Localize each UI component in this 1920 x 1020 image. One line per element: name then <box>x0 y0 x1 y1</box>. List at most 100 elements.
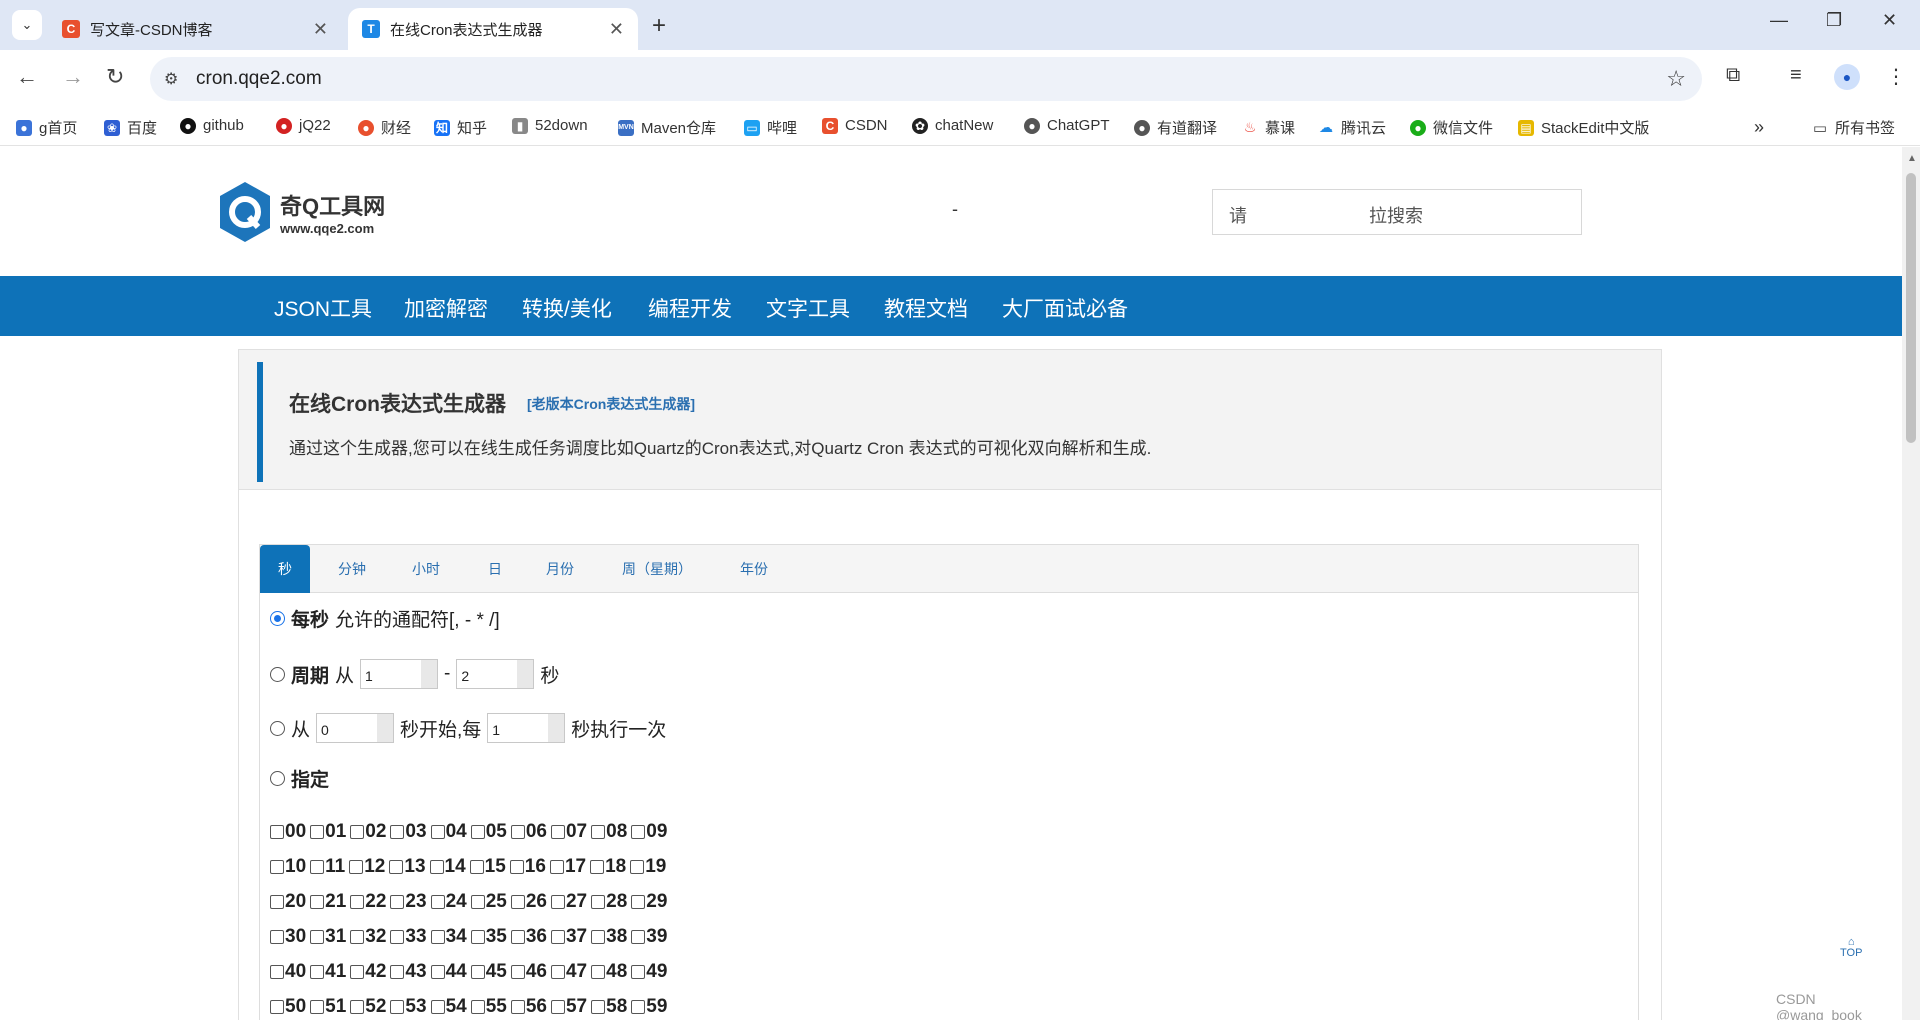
forward-button[interactable]: → <box>62 64 84 90</box>
second-checkbox[interactable]: 19 <box>630 856 666 878</box>
checkbox-box[interactable] <box>510 965 525 979</box>
radio-specify[interactable] <box>270 771 285 786</box>
second-checkbox[interactable]: 28 <box>591 891 627 913</box>
checkbox-box[interactable] <box>270 860 284 874</box>
bookmark-item[interactable]: ✿ chatNew <box>912 117 993 134</box>
second-checkbox[interactable]: 44 <box>430 961 467 983</box>
qqe2-logo-icon[interactable] <box>218 181 272 243</box>
tab-hour[interactable]: 小时 <box>412 545 440 593</box>
bookmark-item[interactable]: ▮ 52down <box>512 117 588 134</box>
nav-convert[interactable]: 转换/美化 <box>522 293 612 323</box>
checkbox-box[interactable] <box>630 860 645 874</box>
second-checkbox[interactable]: 18 <box>590 856 626 878</box>
checkbox-box[interactable] <box>510 930 525 944</box>
checkbox-box[interactable] <box>390 1000 405 1014</box>
checkbox-box[interactable] <box>470 930 485 944</box>
second-checkbox[interactable]: 59 <box>631 996 667 1018</box>
option-specify[interactable]: 指定 <box>270 765 329 792</box>
nav-encrypt[interactable]: 加密解密 <box>404 293 488 323</box>
browser-tab-csdn[interactable]: C 写文章-CSDN博客 ✕ <box>48 8 342 50</box>
checkbox-box[interactable] <box>310 825 325 839</box>
back-button[interactable]: ← <box>16 64 38 90</box>
bookmark-item[interactable]: ▭ 哔哩 <box>744 117 797 138</box>
checkbox-box[interactable] <box>631 1000 646 1014</box>
second-checkbox[interactable]: 37 <box>550 926 587 948</box>
checkbox-box[interactable] <box>550 930 565 944</box>
page-scrollbar[interactable]: ▲ <box>1902 147 1920 1020</box>
checkbox-box[interactable] <box>310 860 325 874</box>
second-checkbox[interactable]: 36 <box>510 926 547 948</box>
old-version-link[interactable]: [老版本Cron表达式生成器] <box>527 394 695 414</box>
second-checkbox[interactable]: 32 <box>350 926 386 948</box>
checkbox-box[interactable] <box>591 895 606 909</box>
checkbox-box[interactable] <box>350 825 365 839</box>
interval-start-input[interactable]: 0 <box>316 713 395 743</box>
checkbox-box[interactable] <box>631 930 646 944</box>
second-checkbox[interactable]: 17 <box>549 856 586 878</box>
checkbox-box[interactable] <box>550 895 565 909</box>
checkbox-box[interactable] <box>631 825 646 839</box>
radio-cycle[interactable] <box>270 666 285 682</box>
second-checkbox[interactable]: 01 <box>310 821 346 843</box>
second-checkbox[interactable]: 14 <box>429 856 466 878</box>
address-bar[interactable]: ⚙ cron.qqe2.com ☆ <box>150 57 1702 101</box>
url-text[interactable]: cron.qqe2.com <box>196 68 322 90</box>
checkbox-box[interactable] <box>550 965 565 979</box>
checkbox-box[interactable] <box>510 825 525 839</box>
radio-interval[interactable] <box>270 720 285 736</box>
second-checkbox[interactable]: 29 <box>631 891 667 913</box>
second-checkbox[interactable]: 02 <box>350 821 386 843</box>
checkbox-box[interactable] <box>509 860 524 874</box>
checkbox-box[interactable] <box>389 860 404 874</box>
option-interval[interactable]: 从 0 秒开始,每 1 秒执行一次 <box>270 713 666 743</box>
second-checkbox[interactable]: 42 <box>350 961 386 983</box>
second-checkbox[interactable]: 43 <box>390 961 427 983</box>
bookmark-star-icon[interactable]: ☆ <box>1666 66 1686 92</box>
second-checkbox[interactable]: 48 <box>591 961 627 983</box>
tab-month[interactable]: 月份 <box>546 545 574 593</box>
cycle-from-input[interactable]: 1 <box>360 659 439 689</box>
second-checkbox[interactable]: 38 <box>591 926 627 948</box>
second-checkbox[interactable]: 11 <box>310 856 345 878</box>
second-checkbox[interactable]: 31 <box>310 926 346 948</box>
second-checkbox[interactable]: 06 <box>510 821 547 843</box>
bookmark-item[interactable]: ● g首页 <box>16 117 77 138</box>
checkbox-box[interactable] <box>470 825 485 839</box>
checkbox-box[interactable] <box>310 895 325 909</box>
checkbox-box[interactable] <box>549 860 564 874</box>
second-checkbox[interactable]: 39 <box>631 926 667 948</box>
second-checkbox[interactable]: 34 <box>430 926 467 948</box>
bookmark-item[interactable]: ▤ StackEdit中文版 <box>1518 117 1649 138</box>
new-tab-button[interactable]: + <box>652 12 666 40</box>
second-checkbox[interactable]: 47 <box>550 961 587 983</box>
checkbox-box[interactable] <box>510 1000 525 1014</box>
tab-second[interactable]: 秒 <box>260 545 310 593</box>
second-checkbox[interactable]: 53 <box>390 996 427 1018</box>
second-checkbox[interactable]: 49 <box>631 961 667 983</box>
second-checkbox[interactable]: 09 <box>631 821 667 843</box>
second-checkbox[interactable]: 12 <box>349 856 385 878</box>
nav-text-tools[interactable]: 文字工具 <box>766 293 850 323</box>
option-every-second[interactable]: 每秒 允许的通配符[, - * /] <box>270 605 500 632</box>
checkbox-box[interactable] <box>390 895 405 909</box>
checkbox-box[interactable] <box>550 1000 565 1014</box>
checkbox-box[interactable] <box>270 895 284 909</box>
bookmark-item[interactable]: ☁ 腾讯云 <box>1318 117 1386 138</box>
checkbox-box[interactable] <box>310 965 325 979</box>
restore-button[interactable]: ❐ <box>1826 10 1842 31</box>
extensions-icon[interactable]: ⧉ <box>1726 64 1740 87</box>
second-checkbox[interactable]: 55 <box>470 996 507 1018</box>
checkbox-box[interactable] <box>429 860 444 874</box>
checkbox-box[interactable] <box>270 965 284 979</box>
checkbox-box[interactable] <box>310 930 325 944</box>
checkbox-box[interactable] <box>390 965 405 979</box>
checkbox-box[interactable] <box>270 930 284 944</box>
close-tab-icon[interactable]: ✕ <box>609 19 624 40</box>
nav-interview[interactable]: 大厂面试必备 <box>1002 293 1128 323</box>
second-checkbox[interactable]: 03 <box>390 821 427 843</box>
second-checkbox[interactable]: 07 <box>550 821 587 843</box>
scrollbar-thumb[interactable] <box>1906 173 1916 443</box>
bookmark-item[interactable]: MVN Maven仓库 <box>618 117 716 138</box>
second-checkbox[interactable]: 16 <box>509 856 546 878</box>
close-window-button[interactable]: ✕ <box>1882 10 1897 31</box>
